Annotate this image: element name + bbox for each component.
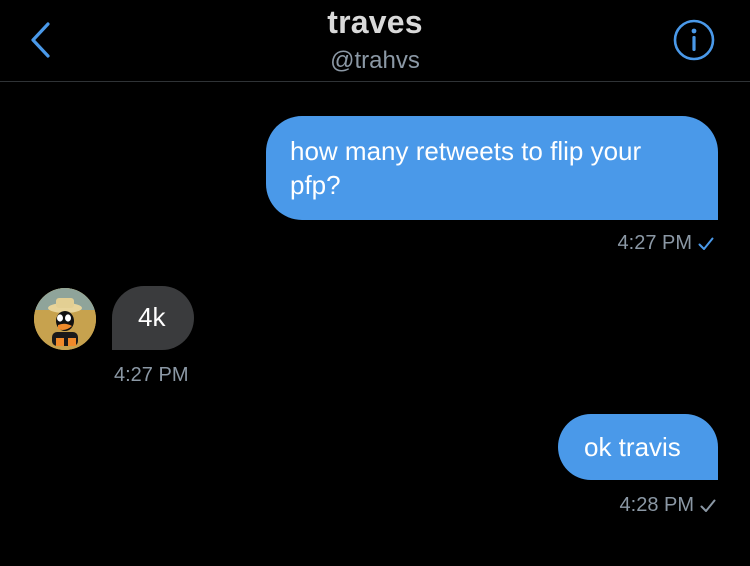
message-timestamp: 4:27 PM	[617, 232, 692, 254]
message-meta: 4:28 PM	[620, 494, 716, 517]
message-meta: 4:27 PM	[114, 364, 188, 387]
info-circle-icon	[673, 19, 715, 61]
info-button[interactable]	[672, 18, 716, 62]
read-check-icon	[698, 237, 714, 251]
avatar[interactable]	[34, 288, 96, 350]
sent-check-icon	[700, 499, 716, 513]
message-bubble-outgoing[interactable]: how many retweets to flip your pfp?	[266, 116, 718, 220]
message-timestamp: 4:28 PM	[619, 494, 694, 516]
message-bubble-outgoing[interactable]: ok travis	[558, 414, 718, 480]
conversation-header: traves @trahvs	[0, 0, 750, 82]
dm-conversation-screen: traves @trahvs how many retweets to flip…	[0, 0, 750, 566]
message-meta: 4:27 PM	[618, 232, 714, 255]
conversation-title[interactable]: traves	[0, 4, 750, 41]
message-bubble-incoming[interactable]: 4k	[112, 286, 194, 350]
message-timestamp: 4:27 PM	[114, 364, 189, 386]
conversation-handle: @trahvs	[330, 47, 420, 74]
